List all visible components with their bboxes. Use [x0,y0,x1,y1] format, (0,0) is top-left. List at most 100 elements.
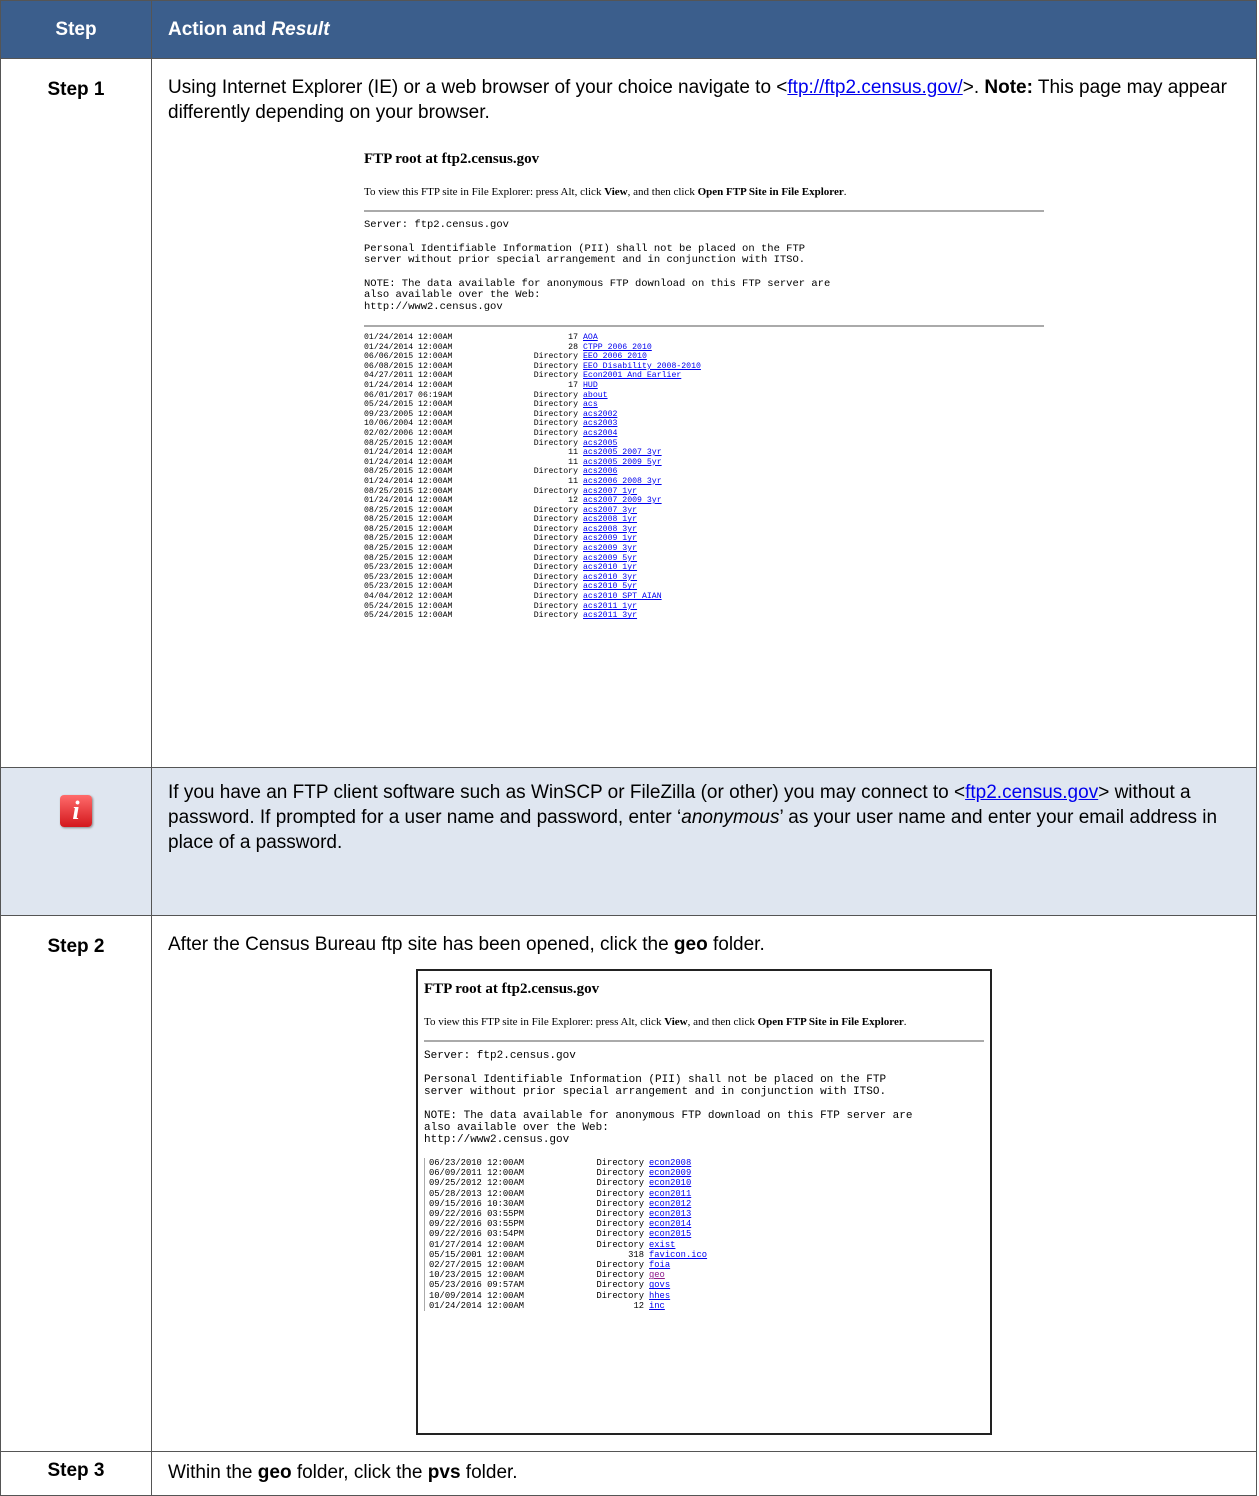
ftp-entry-size: Directory [533,515,578,525]
note-icon-cell: i [0,767,152,916]
ftp-entry-link[interactable]: acs2010 1yr [583,563,637,573]
ftp-host-link[interactable]: ftp2.census.gov [965,782,1098,803]
step2-geo: geo [673,934,708,955]
ftp-entry-link[interactable]: econ2014 [649,1219,691,1229]
ftp-list-row: 08/25/2015 12:00AM Directory acs2007 1yr [364,487,1044,497]
ftp-entry-date: 01/24/2014 12:00AM [364,342,453,352]
ftp-entry-link[interactable]: acs2010 3yr [583,573,637,583]
ftp-entry-link[interactable]: acs2003 [583,419,617,429]
ftp-entry-link[interactable]: acs2011 1yr [583,602,637,612]
ftp-entry-size: 11 [568,457,578,467]
step3-geo: geo [257,1462,292,1483]
ftp-entry-size: 11 [568,448,578,458]
ftp-list-row: 05/23/2015 12:00AM Directory acs2010 5yr [364,582,1044,592]
ftp-list-row: 01/27/2014 12:00AM Directory exist [429,1240,984,1250]
ftp-entry-size: Directory [533,409,578,419]
ftp-entry-link[interactable]: acs2010 5yr [583,582,637,592]
ftp-list-row: 02/27/2015 12:00AM Directory foia [429,1260,984,1270]
ftp-entry-link[interactable]: econ2009 [649,1168,691,1178]
step2-instruction: After the Census Bureau ftp site has bee… [168,932,1240,957]
ftp-entry-size: Directory [533,400,578,410]
ftp-entry-link[interactable]: acs2005 2007 3yr [583,448,662,458]
ftp-entry-link[interactable]: acs2010 SPT AIAN [583,592,662,602]
ftp-list-row: 01/24/2014 12:00AM 11 acs2005 2007 3yr [364,448,1044,458]
ftp-entry-date: 05/24/2015 12:00AM [364,601,453,611]
ftp-entry-date: 08/25/2015 12:00AM [364,438,453,448]
ftp-instructions: To view this FTP site in File Explorer: … [364,180,1044,212]
ftp-entry-link[interactable]: acs2007 3yr [583,506,637,516]
ftp-entry-link[interactable]: exist [649,1240,675,1250]
ftp-entry-link[interactable]: econ2012 [649,1199,691,1209]
ftp-list-row: 05/15/2001 12:00AM 318 favicon.ico [429,1250,984,1260]
ftp-entry-link[interactable]: CTPP 2006 2010 [583,343,652,353]
ftp-entry-link[interactable]: econ2008 [649,1158,691,1168]
ftp-entry-link[interactable]: acs2006 [583,467,617,477]
ftp-entry-link[interactable]: acs2005 [583,439,617,449]
step2-text-a: After the Census Bureau ftp site has bee… [168,934,674,955]
ftp-entry-size: Directory [533,553,578,563]
header-action-label: Action and [168,18,272,40]
ftp-entry-size: 11 [568,476,578,486]
ftp2-instr-c: . [903,1016,907,1028]
ftp-list-row: 10/06/2004 12:00AM Directory acs2003 [364,419,1044,429]
ftp-entry-link[interactable]: EEO Disability 2008-2010 [583,362,701,372]
ftp-entry-link[interactable]: EEO 2006 2010 [583,352,647,362]
note-text: If you have an FTP client software such … [151,767,1257,916]
ftp-entry-link[interactable]: econ2010 [649,1178,691,1188]
ftp-entry-link[interactable]: Econ2001 And Earlier [583,371,681,381]
ftp-entry-link[interactable]: acs2009 1yr [583,534,637,544]
ftp-instr-open: Open FTP Site in File Explorer [697,186,844,198]
step1-row: Step 1 Using Internet Explorer (IE) or a… [0,58,1257,768]
ftp-entry-link[interactable]: geo [649,1270,665,1280]
ftp-entry-link[interactable]: govs [649,1280,670,1290]
ftp-entry-date: 05/23/2015 12:00AM [364,563,453,573]
ftp-entry-size: Directory [533,419,578,429]
ftp-list-row: 05/24/2015 12:00AM Directory acs [364,400,1044,410]
ftp-entry-date: 01/24/2014 12:00AM [364,496,453,506]
ftp-entry-size: Directory [533,534,578,544]
ftp-entry-date: 04/04/2012 12:00AM [364,592,453,602]
note-row: i If you have an FTP client software suc… [0,767,1257,916]
ftp-entry-link[interactable]: hhes [649,1291,670,1301]
ftp-entry-link[interactable]: acs2009 3yr [583,544,637,554]
ftp-entry-link[interactable]: acs2004 [583,429,617,439]
step1-text-b: >. [962,77,985,98]
ftp-listing: 01/24/2014 12:00AM 17 AOA 01/24/2014 12:00A… [364,333,1044,621]
ftp2-pii-notice: Personal Identifiable Information (PII) … [424,1074,887,1098]
ftp-entry-link[interactable]: AOA [583,333,598,343]
ftp-entry-link[interactable]: acs [583,400,598,410]
ftp-entry-link[interactable]: inc [649,1301,665,1311]
header-result-label: Result [271,18,330,40]
ftp-entry-link[interactable]: acs2008 1yr [583,515,637,525]
ftp-entry-link[interactable]: acs2007 1yr [583,487,637,497]
ftp-entry-link[interactable]: acs2002 [583,410,617,420]
ftp2-instr-view: View [664,1016,688,1028]
ftp-entry-link[interactable]: acs2011 3yr [583,611,637,621]
ftp-link[interactable]: ftp://ftp2.census.gov/ [787,77,962,98]
ftp-entry-size: Directory [533,582,578,592]
ftp-entry-date: 01/24/2014 12:00AM [364,476,453,486]
ftp-entry-size: Directory [533,371,578,381]
ftp-list-row: 01/24/2014 12:00AM 17 HUD [364,381,1044,391]
ftp-entry-link[interactable]: favicon.ico [649,1250,707,1260]
ftp-entry-link[interactable]: acs2006 2008 3yr [583,477,662,487]
ftp-entry-link[interactable]: foia [649,1260,670,1270]
ftp-list-row: 05/28/2013 12:00AM Directory econ2011 [429,1189,984,1199]
ftp-entry-size: Directory [596,1280,644,1291]
ftp-list-row: 09/25/2012 12:00AM Directory econ2010 [429,1178,984,1188]
header-action: Action and Result [151,0,1257,59]
ftp-entry-size: 318 [628,1249,644,1260]
ftp-entry-size: Directory [596,1168,644,1179]
ftp-entry-link[interactable]: acs2005 2009 5yr [583,458,662,468]
ftp-entry-link[interactable]: acs2009 5yr [583,554,637,564]
ftp-entry-link[interactable]: acs2008 3yr [583,525,637,535]
ftp-entry-link[interactable]: HUD [583,381,598,391]
ftp-entry-link[interactable]: about [583,391,608,401]
ftp-entry-link[interactable]: econ2013 [649,1209,691,1219]
ftp-entry-link[interactable]: acs2007 2009 3yr [583,496,662,506]
step3-text-c: folder. [460,1462,518,1483]
ftp-instr-view: View [604,186,628,198]
ftp-entry-link[interactable]: econ2015 [649,1229,691,1239]
ftp-list-row: 01/24/2014 12:00AM 28 CTPP 2006 2010 [364,343,1044,353]
ftp-entry-link[interactable]: econ2011 [649,1189,691,1199]
